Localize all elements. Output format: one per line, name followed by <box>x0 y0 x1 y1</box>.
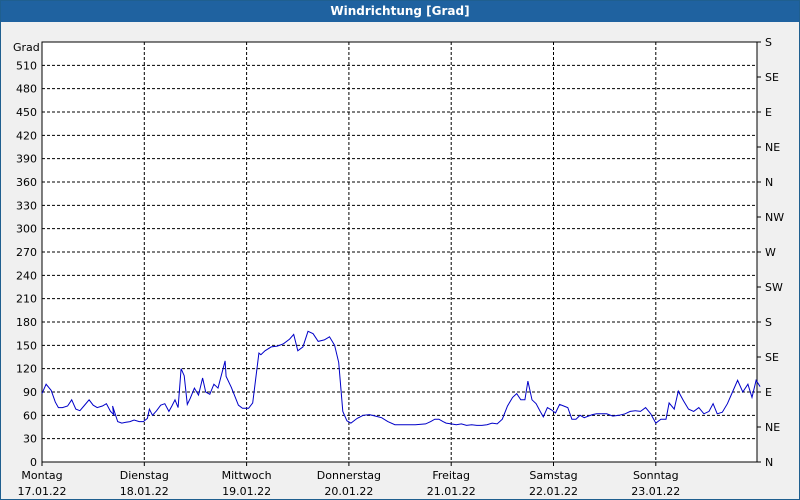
x-tick-day-label: Sonntag <box>633 469 679 482</box>
y-right-tick-label: NE <box>765 421 780 434</box>
x-tick-day-label: Dienstag <box>120 469 169 482</box>
x-tick-date-label: 21.01.22 <box>427 485 476 498</box>
x-tick-day-label: Freitag <box>432 469 470 482</box>
x-tick-date-label: 20.01.22 <box>324 485 373 498</box>
y-right-tick-label: E <box>765 386 772 399</box>
y-right-tick-label: SE <box>765 351 779 364</box>
y-right-tick-label: N <box>765 176 773 189</box>
y-right-tick-label: S <box>765 36 772 49</box>
y-tick-label: 270 <box>16 246 37 259</box>
y-tick-label: 480 <box>16 83 37 96</box>
y-right-tick-label: W <box>765 246 776 259</box>
y-axis-right: N NE E SE S SW W NW N NE E SE S <box>757 36 784 469</box>
x-tick-date-label: 18.01.22 <box>120 485 169 498</box>
x-axis: Montag 17.01.22 Dienstag 18.01.22 Mittwoch 19… <box>18 462 680 498</box>
x-tick-date-label: 17.01.22 <box>18 485 67 498</box>
y-axis-left: 0 30 60 90 120 150 180 210 240 270 300 330 360 390 420… <box>16 59 37 469</box>
y-right-tick-label: NW <box>765 211 784 224</box>
y-right-tick-label: SE <box>765 71 779 84</box>
y-tick-label: 300 <box>16 223 37 236</box>
chart-window: Windrichtung [Grad] 0 30 60 90 120 150 180 210 2… <box>0 0 800 500</box>
y-tick-label: 510 <box>16 59 37 72</box>
y-tick-label: 0 <box>30 456 37 469</box>
y-tick-label: 450 <box>16 106 37 119</box>
y-tick-label: 120 <box>16 363 37 376</box>
x-tick-date-label: 19.01.22 <box>222 485 271 498</box>
x-tick-day-label: Mittwoch <box>222 469 272 482</box>
y-right-tick-label: N <box>765 456 773 469</box>
y-right-tick-label: SW <box>765 281 783 294</box>
y-tick-label: 180 <box>16 316 37 329</box>
y-tick-label: 60 <box>23 409 37 422</box>
wind-direction-chart: 0 30 60 90 120 150 180 210 240 270 300 330 360 390 420… <box>13 36 784 498</box>
x-tick-day-label: Donnerstag <box>317 469 381 482</box>
y-tick-label: 90 <box>23 386 37 399</box>
y-tick-label: 240 <box>16 269 37 282</box>
y-tick-label: 210 <box>16 293 37 306</box>
y-tick-label: 150 <box>16 339 37 352</box>
x-tick-day-label: Montag <box>21 469 62 482</box>
y-right-tick-label: E <box>765 106 772 119</box>
y-tick-label: 420 <box>16 129 37 142</box>
y-right-tick-label: S <box>765 316 772 329</box>
x-tick-day-label: Samstag <box>529 469 577 482</box>
y-tick-label: 30 <box>23 433 37 446</box>
y-tick-label: 390 <box>16 153 37 166</box>
x-tick-date-label: 23.01.22 <box>631 485 680 498</box>
y-axis-label: Grad <box>13 41 40 54</box>
x-tick-date-label: 22.01.22 <box>529 485 578 498</box>
y-tick-label: 360 <box>16 176 37 189</box>
y-tick-label: 330 <box>16 199 37 212</box>
y-right-tick-label: NE <box>765 141 780 154</box>
